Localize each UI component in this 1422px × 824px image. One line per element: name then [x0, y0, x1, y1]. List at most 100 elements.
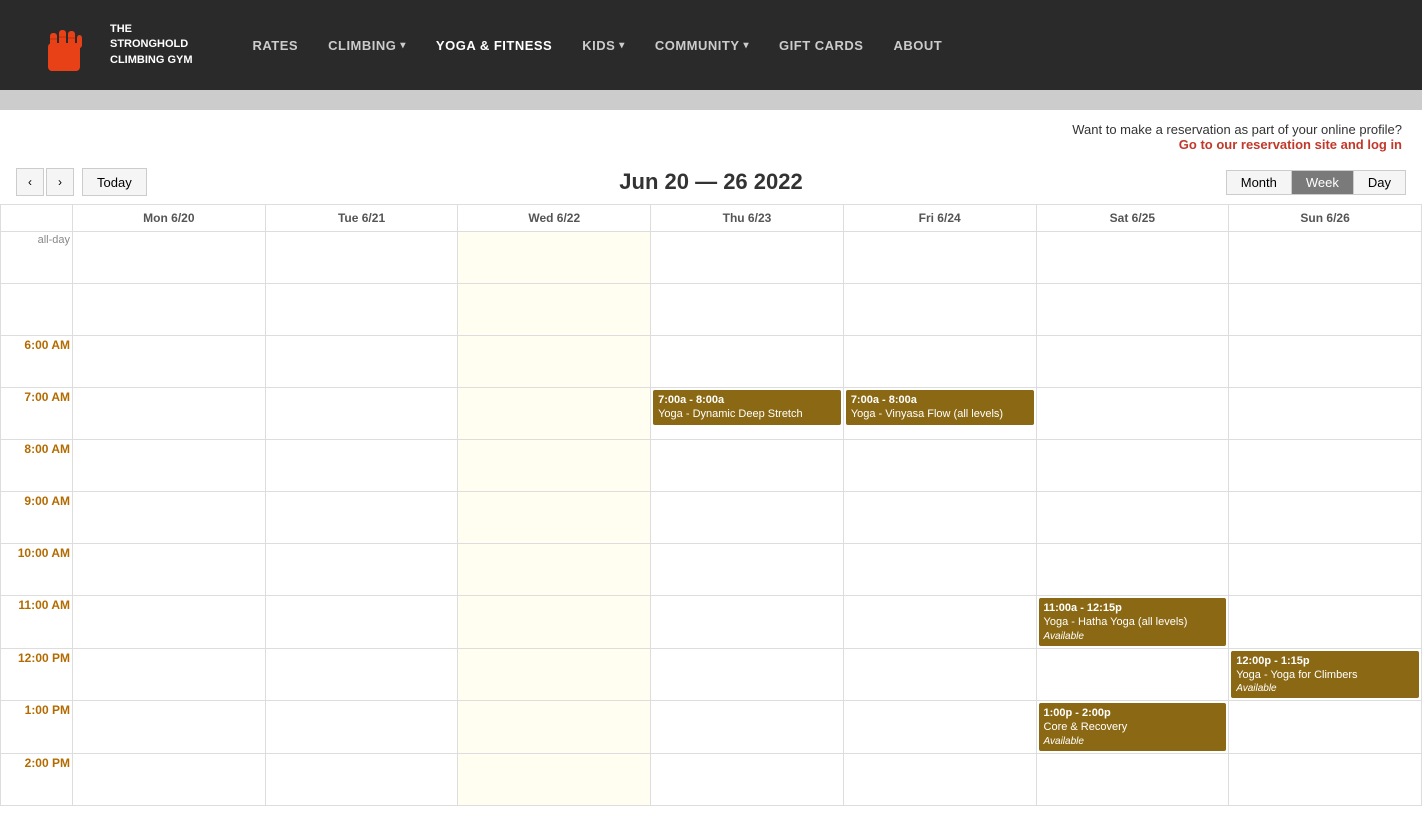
nav-item-kids[interactable]: KIDS ▾ — [582, 38, 625, 53]
chevron-down-icon: ▾ — [619, 40, 625, 51]
prev-button[interactable]: ‹ — [16, 168, 44, 196]
calendar-title: Jun 20 — 26 2022 — [619, 169, 802, 195]
day-header-thu: Thu 6/23 — [651, 205, 844, 232]
event-available: Available — [1044, 735, 1222, 748]
12pm-wed — [458, 648, 651, 701]
time-1pm: 1:00 PM — [1, 701, 73, 754]
9am-sun — [1229, 492, 1422, 544]
allday-sat — [1036, 232, 1229, 284]
1pm-wed — [458, 701, 651, 754]
1pm-sat[interactable]: 1:00p - 2:00p Core & Recovery Available — [1036, 701, 1229, 754]
10am-sat — [1036, 544, 1229, 596]
2pm-fri — [843, 753, 1036, 805]
11am-wed — [458, 596, 651, 649]
chevron-down-icon: ▾ — [744, 40, 750, 51]
event-core-recovery[interactable]: 1:00p - 2:00p Core & Recovery Available — [1039, 703, 1227, 751]
row-1pm: 1:00 PM 1:00p - 2:00p Core & Recovery Av… — [1, 701, 1422, 754]
view-month-button[interactable]: Month — [1227, 171, 1291, 194]
7am-sat — [1036, 388, 1229, 440]
6am-sat — [1036, 336, 1229, 388]
row-7am: 7:00 AM 7:00a - 8:00a Yoga - Dynamic Dee… — [1, 388, 1422, 440]
12pm-sun[interactable]: 12:00p - 1:15p Yoga - Yoga for Climbers … — [1229, 648, 1422, 701]
time-header — [1, 205, 73, 232]
event-title: Yoga - Dynamic Deep Stretch — [658, 407, 836, 421]
6am-mon — [73, 336, 266, 388]
7am-fri[interactable]: 7:00a - 8:00a Yoga - Vinyasa Flow (all l… — [843, 388, 1036, 440]
12pm-fri — [843, 648, 1036, 701]
pre6-fri — [843, 284, 1036, 336]
7am-thu[interactable]: 7:00a - 8:00a Yoga - Dynamic Deep Stretc… — [651, 388, 844, 440]
pre6-thu — [651, 284, 844, 336]
allday-sun — [1229, 232, 1422, 284]
nav-item-giftcards[interactable]: GIFT CARDS — [779, 38, 863, 53]
event-title: Core & Recovery — [1044, 720, 1222, 734]
nav-item-yoga[interactable]: YOGA & FITNESS — [436, 38, 552, 53]
6am-tue — [265, 336, 458, 388]
event-time: 7:00a - 8:00a — [658, 393, 836, 407]
event-yoga-dynamic[interactable]: 7:00a - 8:00a Yoga - Dynamic Deep Stretc… — [653, 390, 841, 425]
allday-row: all-day — [1, 232, 1422, 284]
9am-tue — [265, 492, 458, 544]
event-time: 12:00p - 1:15p — [1236, 654, 1414, 668]
calendar-controls: ‹ › Today Jun 20 — 26 2022 Month Week Da… — [0, 160, 1422, 204]
day-header-fri: Fri 6/24 — [843, 205, 1036, 232]
pre6-wed — [458, 284, 651, 336]
time-11am: 11:00 AM — [1, 596, 73, 649]
time-9am: 9:00 AM — [1, 492, 73, 544]
11am-sat[interactable]: 11:00a - 12:15p Yoga - Hatha Yoga (all l… — [1036, 596, 1229, 649]
12pm-tue — [265, 648, 458, 701]
2pm-sun — [1229, 753, 1422, 805]
event-time: 7:00a - 8:00a — [851, 393, 1029, 407]
6am-thu — [651, 336, 844, 388]
6am-fri — [843, 336, 1036, 388]
view-buttons: Month Week Day — [1226, 170, 1406, 195]
12pm-sat — [1036, 648, 1229, 701]
8am-thu — [651, 440, 844, 492]
event-yoga-climbers[interactable]: 12:00p - 1:15p Yoga - Yoga for Climbers … — [1231, 651, 1419, 699]
day-header-mon: Mon 6/20 — [73, 205, 266, 232]
7am-sun — [1229, 388, 1422, 440]
9am-wed — [458, 492, 651, 544]
time-6am: 6:00 AM — [1, 336, 73, 388]
pre6-sat — [1036, 284, 1229, 336]
time-empty — [1, 284, 73, 336]
logo-area[interactable]: THE STRONGHOLD CLIMBING GYM — [30, 10, 193, 80]
10am-sun — [1229, 544, 1422, 596]
next-button[interactable]: › — [46, 168, 74, 196]
event-title: Yoga - Vinyasa Flow (all levels) — [851, 407, 1029, 421]
event-yoga-hatha[interactable]: 11:00a - 12:15p Yoga - Hatha Yoga (all l… — [1039, 598, 1227, 646]
nav-item-about[interactable]: ABOUT — [893, 38, 942, 53]
nav-item-climbing[interactable]: CLIMBING ▾ — [328, 38, 406, 53]
day-header-sat: Sat 6/25 — [1036, 205, 1229, 232]
6am-wed — [458, 336, 651, 388]
pre6-tue — [265, 284, 458, 336]
event-time: 1:00p - 2:00p — [1044, 706, 1222, 720]
event-available: Available — [1236, 682, 1414, 695]
11am-thu — [651, 596, 844, 649]
10am-thu — [651, 544, 844, 596]
event-yoga-vinyasa[interactable]: 7:00a - 8:00a Yoga - Vinyasa Flow (all l… — [846, 390, 1034, 425]
allday-wed — [458, 232, 651, 284]
row-2pm: 2:00 PM — [1, 753, 1422, 805]
view-week-button[interactable]: Week — [1291, 171, 1353, 194]
8am-wed — [458, 440, 651, 492]
1pm-fri — [843, 701, 1036, 754]
10am-tue — [265, 544, 458, 596]
today-button[interactable]: Today — [82, 168, 147, 196]
day-header-tue: Tue 6/21 — [265, 205, 458, 232]
view-day-button[interactable]: Day — [1353, 171, 1405, 194]
allday-mon — [73, 232, 266, 284]
row-10am: 10:00 AM — [1, 544, 1422, 596]
header-bottom-bar — [0, 90, 1422, 110]
pre-6am-row — [1, 284, 1422, 336]
nav-item-rates[interactable]: RATES — [253, 38, 299, 53]
calendar-wrapper[interactable]: Mon 6/20 Tue 6/21 Wed 6/22 Thu 6/23 Fri … — [0, 204, 1422, 818]
nav-item-community[interactable]: COMMUNITY ▾ — [655, 38, 749, 53]
reservation-link[interactable]: Go to our reservation site and log in — [20, 137, 1402, 152]
9am-mon — [73, 492, 266, 544]
6am-sun — [1229, 336, 1422, 388]
8am-sat — [1036, 440, 1229, 492]
1pm-tue — [265, 701, 458, 754]
event-time: 11:00a - 12:15p — [1044, 601, 1222, 615]
main-nav: RATES CLIMBING ▾ YOGA & FITNESS KIDS ▾ C… — [253, 38, 943, 53]
